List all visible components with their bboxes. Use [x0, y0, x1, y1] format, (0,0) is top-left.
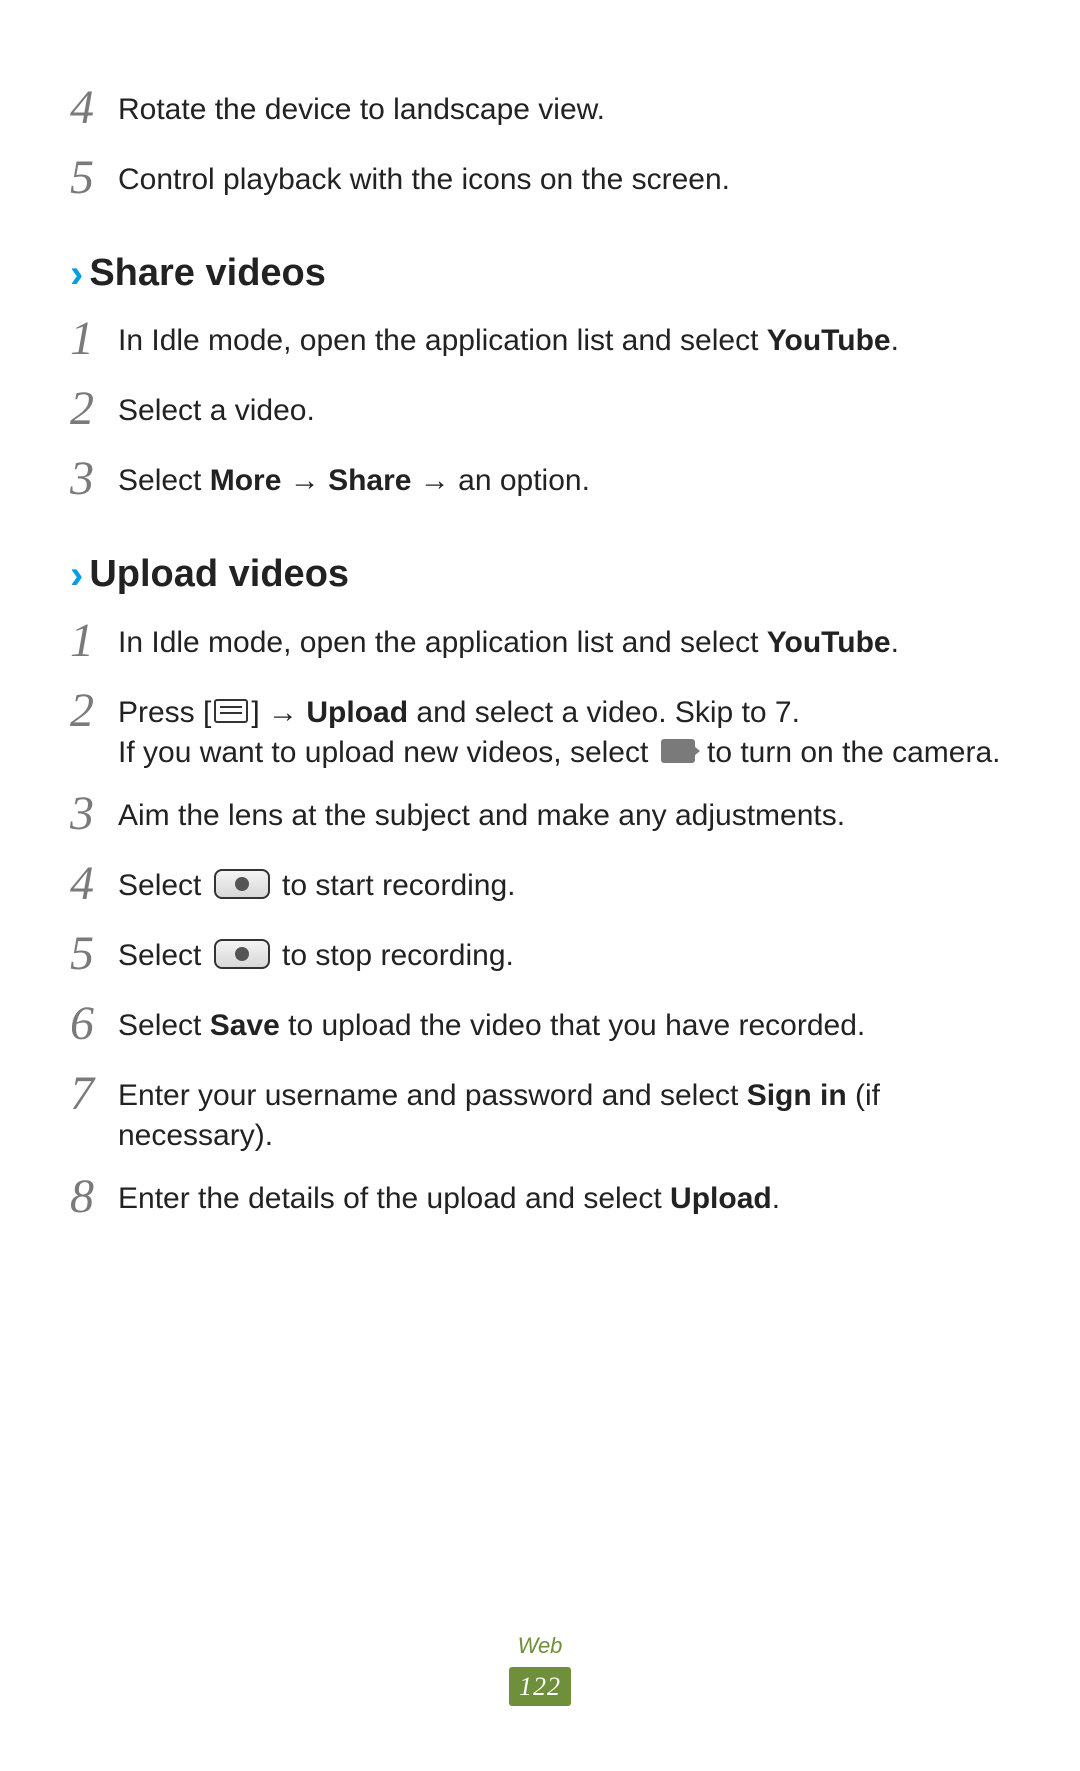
step-text: Control playback with the icons on the s…	[118, 160, 1010, 201]
text-fragment: .	[772, 1182, 780, 1215]
text-fragment: If you want to upload new videos, select	[118, 736, 657, 769]
bold-text: Share	[328, 464, 411, 497]
step-number: 2	[70, 385, 118, 433]
text-fragment: Enter the details of the upload and sele…	[118, 1182, 670, 1215]
step-number: 7	[70, 1070, 118, 1118]
step-number: 1	[70, 315, 118, 363]
footer-section-label: Web	[0, 1631, 1080, 1661]
text-fragment: Select	[118, 939, 210, 972]
bold-text: More	[210, 464, 282, 497]
step-item: 1 In Idle mode, open the application lis…	[70, 623, 1010, 671]
text-fragment: Press [	[118, 696, 211, 729]
text-fragment: In Idle mode, open the application list …	[118, 626, 767, 659]
step-item: 6 Select Save to upload the video that y…	[70, 1006, 1010, 1054]
bold-text: Upload	[306, 696, 408, 729]
bold-text: Sign in	[747, 1079, 847, 1112]
step-number: 3	[70, 455, 118, 503]
section-title: Upload videos	[89, 549, 349, 600]
text-fragment: to start recording.	[274, 869, 516, 902]
step-item: 4 Select to start recording.	[70, 866, 1010, 914]
step-number: 4	[70, 860, 118, 908]
text-fragment: Select	[118, 1009, 210, 1042]
step-text: Select to stop recording.	[118, 936, 1010, 977]
step-item: 5 Control playback with the icons on the…	[70, 160, 1010, 208]
bold-text: Save	[210, 1009, 280, 1042]
bold-text: YouTube	[767, 324, 891, 357]
step-number: 5	[70, 154, 118, 202]
step-item: 5 Select to stop recording.	[70, 936, 1010, 984]
step-number: 3	[70, 790, 118, 838]
step-number: 1	[70, 617, 118, 665]
chevron-icon: ›	[70, 555, 83, 595]
step-item: 1 In Idle mode, open the application lis…	[70, 321, 1010, 369]
step-text: Select to start recording.	[118, 866, 1010, 907]
step-number: 4	[70, 84, 118, 132]
step-item: 3 Select More → Share → an option.	[70, 461, 1010, 509]
text-fragment: →	[281, 464, 328, 497]
step-text: Enter the details of the upload and sele…	[118, 1179, 1010, 1220]
step-text: Aim the lens at the subject and make any…	[118, 796, 1010, 837]
record-icon	[214, 869, 270, 899]
step-number: 2	[70, 687, 118, 735]
text-fragment: and select a video. Skip to 7.	[408, 696, 800, 729]
section-header-share: › Share videos	[70, 248, 1010, 299]
step-text: Select a video.	[118, 391, 1010, 432]
step-item: 3 Aim the lens at the subject and make a…	[70, 796, 1010, 844]
step-item: 7 Enter your username and password and s…	[70, 1076, 1010, 1157]
step-text: In Idle mode, open the application list …	[118, 623, 1010, 664]
text-fragment: Select	[118, 869, 210, 902]
bold-text: Upload	[670, 1182, 772, 1215]
text-fragment: → an option.	[411, 464, 589, 497]
section-header-upload: › Upload videos	[70, 549, 1010, 600]
step-number: 6	[70, 1000, 118, 1048]
step-item: 8 Enter the details of the upload and se…	[70, 1179, 1010, 1227]
text-fragment: .	[891, 324, 899, 357]
menu-icon	[214, 699, 248, 723]
step-text: Select More → Share → an option.	[118, 461, 1010, 502]
step-text: Rotate the device to landscape view.	[118, 90, 1010, 131]
text-fragment: Select	[118, 464, 210, 497]
step-number: 5	[70, 930, 118, 978]
step-number: 8	[70, 1173, 118, 1221]
section-title: Share videos	[89, 248, 326, 299]
text-fragment: .	[891, 626, 899, 659]
step-item: 2 Select a video.	[70, 391, 1010, 439]
step-text: Enter your username and password and sel…	[118, 1076, 1010, 1157]
step-item: 4 Rotate the device to landscape view.	[70, 90, 1010, 138]
step-text: Press [ ] → Upload and select a video. Sk…	[118, 693, 1010, 774]
text-fragment: to upload the video that you have record…	[280, 1009, 865, 1042]
step-item: 2 Press [] → Upload and select a video. …	[70, 693, 1010, 774]
step-text: In Idle mode, open the application list …	[118, 321, 1010, 362]
text-fragment: to turn on the camera.	[699, 736, 1001, 769]
page-footer: Web 122	[0, 1631, 1080, 1706]
text-fragment: to stop recording.	[274, 939, 514, 972]
video-camera-icon	[661, 739, 695, 763]
step-text: Select Save to upload the video that you…	[118, 1006, 1010, 1047]
page-number-badge: 122	[509, 1667, 571, 1706]
text-fragment: ] →	[251, 696, 306, 729]
document-page: 4 Rotate the device to landscape view. 5…	[0, 0, 1080, 1771]
text-fragment: In Idle mode, open the application list …	[118, 324, 767, 357]
record-icon	[214, 939, 270, 969]
text-fragment: Enter your username and password and sel…	[118, 1079, 747, 1112]
bold-text: YouTube	[767, 626, 891, 659]
chevron-icon: ›	[70, 254, 83, 294]
